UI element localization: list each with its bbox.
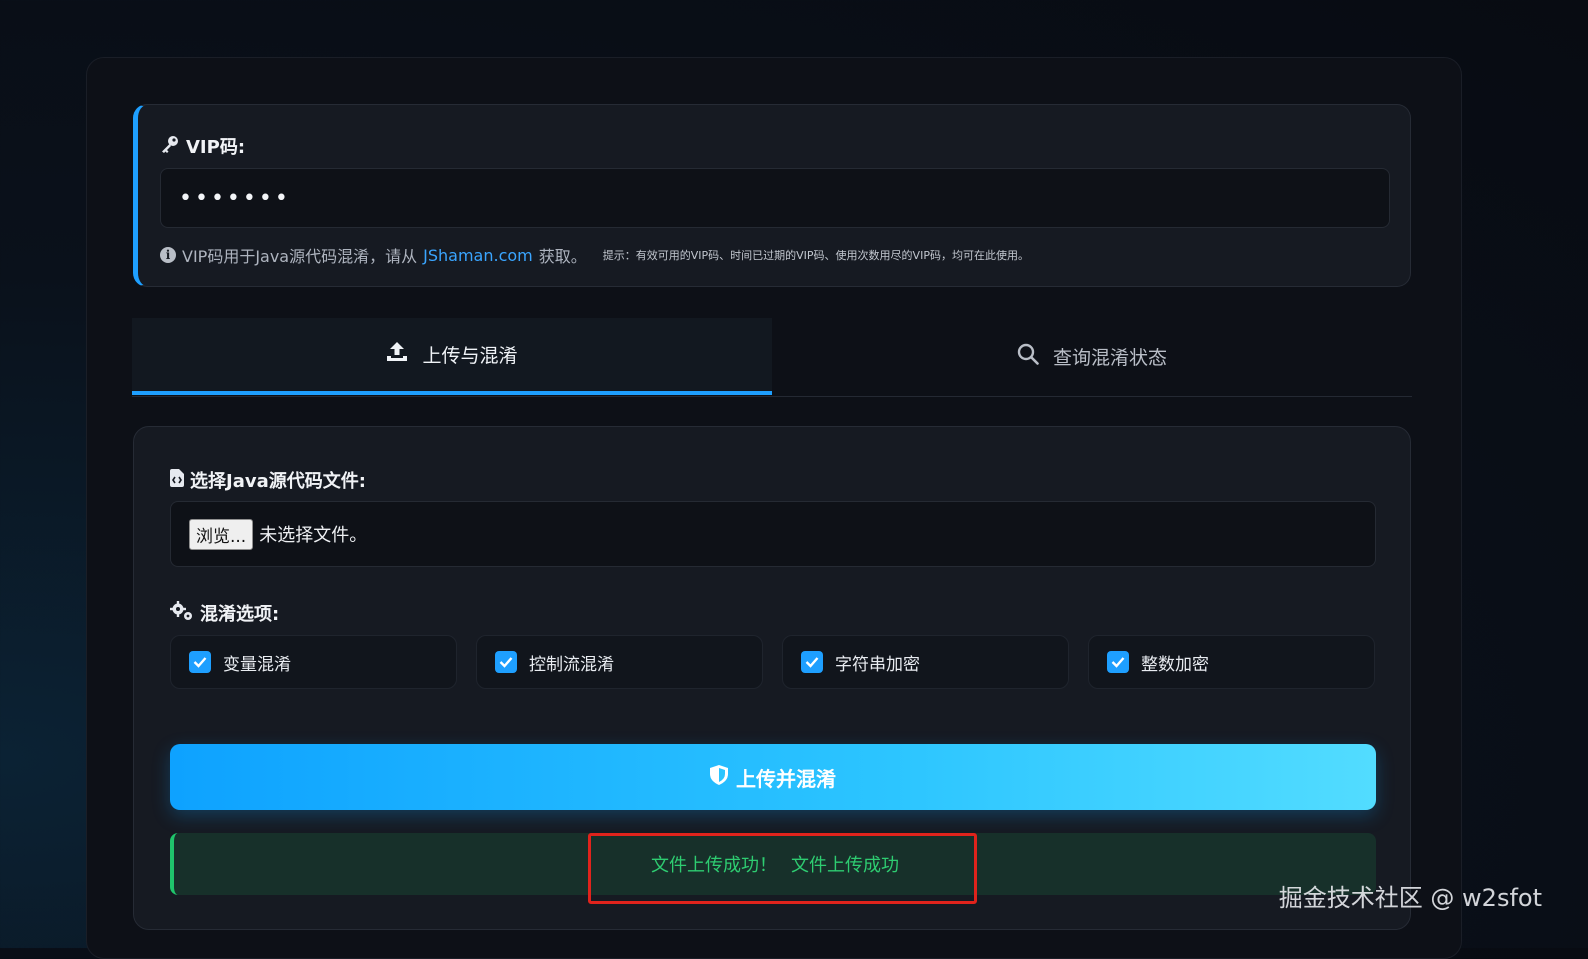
option-label: 整数加密 <box>1141 654 1209 675</box>
jshaman-link[interactable]: JShaman.com <box>423 246 533 265</box>
vip-hint-note: 提示：有效可用的VIP码、时间已过期的VIP码、使用次数用尽的VIP码，均可在此… <box>602 249 1029 262</box>
tab-upload-label: 上传与混淆 <box>422 345 518 367</box>
vip-card: VIP码: ••••••• i VIP码用于Java源代码混淆，请从 JSham… <box>133 104 1411 287</box>
key-icon <box>160 135 180 158</box>
option-integer-encryption[interactable]: 整数加密 <box>1088 635 1375 689</box>
file-status-text: 未选择文件。 <box>259 525 368 546</box>
vip-hint: i VIP码用于Java源代码混淆，请从 JShaman.com 获取。 提示：… <box>160 243 1029 267</box>
browse-button[interactable]: 浏览... <box>189 518 254 550</box>
option-label: 变量混淆 <box>223 654 291 675</box>
upload-obfuscate-label: 上传并混淆 <box>736 766 836 791</box>
option-label: 字符串加密 <box>835 654 920 675</box>
tab-query-status[interactable]: 查询混淆状态 <box>772 318 1412 395</box>
file-label-row: 选择Java源代码文件: <box>170 467 366 493</box>
gears-icon <box>170 600 194 626</box>
file-input[interactable]: 浏览... 未选择文件。 <box>170 501 1376 567</box>
option-variable-obfuscation[interactable]: 变量混淆 <box>170 635 457 689</box>
vip-hint-suffix: 获取。 <box>538 247 587 266</box>
info-icon: i <box>160 247 176 263</box>
tab-upload-obfuscate[interactable]: 上传与混淆 <box>132 318 772 395</box>
vip-label: VIP码: <box>186 137 246 158</box>
option-string-encryption[interactable]: 字符串加密 <box>782 635 1069 689</box>
checkbox-checked-icon[interactable] <box>1107 651 1129 673</box>
vip-code-input[interactable]: ••••••• <box>160 168 1390 228</box>
vip-hint-prefix: VIP码用于Java源代码混淆，请从 <box>182 247 418 266</box>
checkbox-checked-icon[interactable] <box>189 651 211 673</box>
tab-bar: 上传与混淆 查询混淆状态 <box>132 318 1412 397</box>
option-label: 控制流混淆 <box>529 654 614 675</box>
options-grid: 变量混淆 控制流混淆 字符串加密 整数加密 <box>170 635 1376 689</box>
upload-obfuscate-button[interactable]: 上传并混淆 <box>170 744 1376 810</box>
file-code-icon <box>170 468 184 492</box>
vip-label-row: VIP码: <box>160 133 245 159</box>
shield-icon <box>710 764 728 790</box>
checkbox-checked-icon[interactable] <box>801 651 823 673</box>
tab-query-label: 查询混淆状态 <box>1052 347 1167 369</box>
search-icon <box>1017 343 1039 370</box>
highlight-annotation-box <box>588 833 977 904</box>
options-label-row: 混淆选项: <box>170 600 279 626</box>
options-label: 混淆选项: <box>200 604 280 625</box>
option-control-flow-obfuscation[interactable]: 控制流混淆 <box>476 635 763 689</box>
upload-icon <box>386 341 408 368</box>
file-label: 选择Java源代码文件: <box>190 471 366 492</box>
checkbox-checked-icon[interactable] <box>495 651 517 673</box>
watermark: 掘金技术社区 @ w2sfot <box>1278 884 1542 912</box>
